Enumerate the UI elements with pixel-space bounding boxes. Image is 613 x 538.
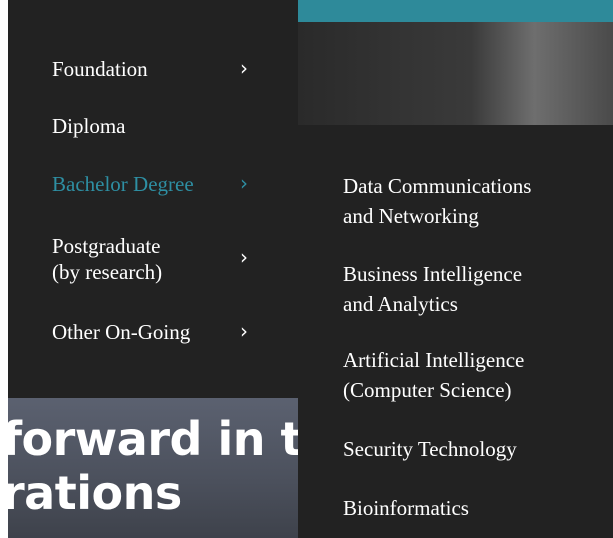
submenu-item-label-line1: Data Communications bbox=[343, 174, 532, 198]
submenu-item-label-line2: and Analytics bbox=[343, 292, 458, 316]
hero-image-top bbox=[298, 0, 613, 125]
chevron-right-icon[interactable]: › bbox=[240, 245, 248, 269]
menu-item-foundation[interactable]: Foundation bbox=[52, 56, 148, 82]
chevron-right-icon[interactable]: › bbox=[240, 171, 248, 195]
header-accent-strip bbox=[298, 0, 613, 22]
menu-item-other-on-going[interactable]: Other On-Going bbox=[52, 319, 190, 345]
submenu-item-business-intelligence[interactable]: Business Intelligence and Analytics bbox=[343, 259, 603, 319]
menu-item-postgraduate-line1: Postgraduate bbox=[52, 234, 161, 258]
hero-heading-line2: rations bbox=[8, 466, 182, 520]
submenu-item-label-line1: Artificial Intelligence bbox=[343, 348, 525, 372]
menu-item-bachelor-degree[interactable]: Bachelor Degree bbox=[52, 171, 194, 197]
hero-image-bottom: forward in t rations bbox=[8, 398, 298, 538]
hero-heading-line1: forward in t bbox=[8, 412, 298, 466]
chevron-right-icon[interactable]: › bbox=[240, 319, 248, 343]
submenu-item-artificial-intelligence[interactable]: Artificial Intelligence (Computer Scienc… bbox=[343, 345, 603, 405]
submenu-item-label-line2: (Computer Science) bbox=[343, 378, 512, 402]
chevron-right-icon[interactable]: › bbox=[240, 56, 248, 80]
menu-item-postgraduate-line2: (by research) bbox=[52, 260, 163, 284]
submenu-item-bioinformatics[interactable]: Bioinformatics bbox=[343, 493, 603, 523]
submenu-item-security-technology[interactable]: Security Technology bbox=[343, 434, 603, 464]
programmes-dropdown: Foundation › Diploma Bachelor Degree › P… bbox=[8, 0, 298, 398]
submenu-item-label-line1: Business Intelligence bbox=[343, 262, 523, 286]
bachelor-degree-submenu: Data Communications and Networking Busin… bbox=[298, 125, 613, 538]
page: forward in t rations Foundation › Diplom… bbox=[0, 0, 613, 538]
menu-item-diploma[interactable]: Diploma bbox=[52, 113, 126, 139]
menu-item-postgraduate[interactable]: Postgraduate (by research) bbox=[52, 233, 162, 285]
submenu-item-data-communications[interactable]: Data Communications and Networking bbox=[343, 171, 603, 231]
submenu-item-label-line2: and Networking bbox=[343, 204, 479, 228]
